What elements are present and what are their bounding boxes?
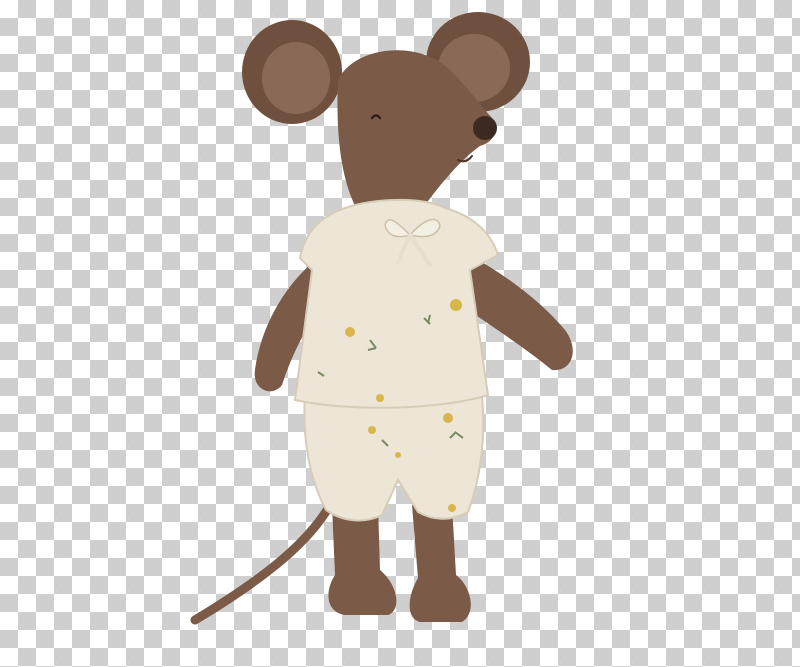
right-arm — [468, 255, 573, 371]
left-ear — [242, 20, 342, 124]
plush-mouse-illustration — [190, 12, 573, 625]
bloomer-shorts — [303, 394, 485, 522]
right-leg — [409, 505, 471, 622]
transparent-checkerboard-background — [0, 0, 800, 667]
left-leg — [328, 505, 397, 615]
mouse-tail — [190, 500, 335, 625]
mouse-nose — [473, 116, 497, 140]
